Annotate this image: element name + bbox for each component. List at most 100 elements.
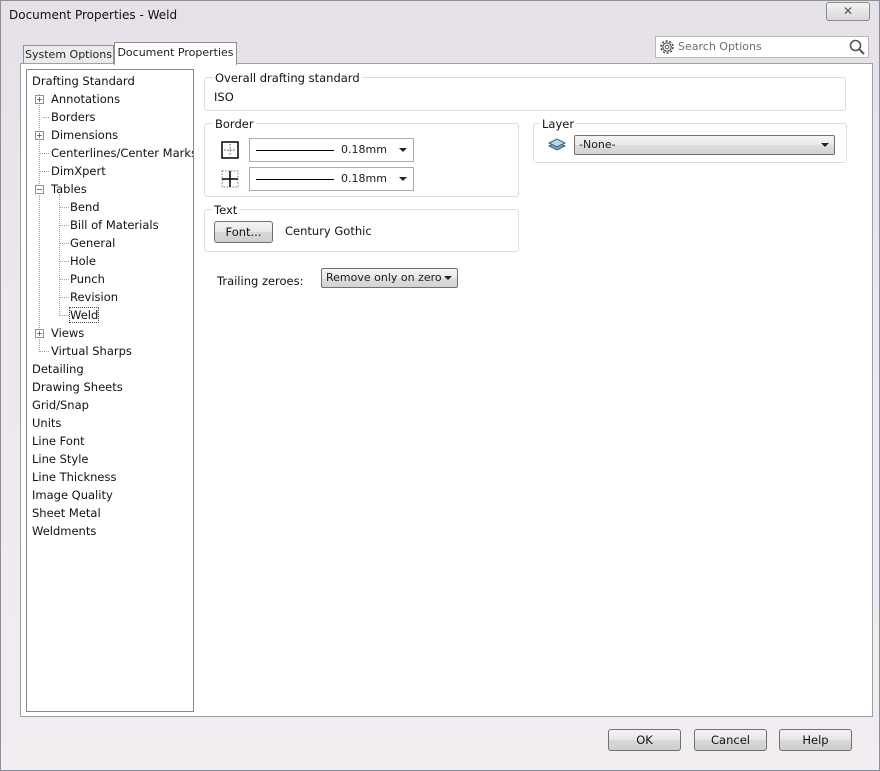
- tree-item-label: Punch: [70, 272, 105, 286]
- tree-item-detailing[interactable]: Detailing: [32, 360, 84, 378]
- tree-connector: [39, 153, 49, 154]
- tree-item-dimensions[interactable]: Dimensions: [51, 126, 118, 144]
- tree-item-units[interactable]: Units: [32, 414, 61, 432]
- tree-connector: [59, 225, 69, 226]
- tree-item-label: Bill of Materials: [70, 218, 159, 232]
- tree-item-label: Dimensions: [51, 128, 119, 142]
- tree-item-drawing-sheets[interactable]: Drawing Sheets: [32, 378, 123, 396]
- tree-item-label: Annotations: [51, 92, 121, 106]
- tab-system-options-label: System Options: [25, 48, 112, 61]
- expand-annotations-icon[interactable]: +: [35, 95, 44, 104]
- tree-item-dimxpert[interactable]: DimXpert: [51, 162, 106, 180]
- tree-connector: [39, 171, 49, 172]
- tree-item-punch[interactable]: Punch: [70, 270, 105, 288]
- tree-item-line-font[interactable]: Line Font: [32, 432, 85, 450]
- tab-document-properties-label: Document Properties: [117, 46, 234, 59]
- tree-item-label: Hole: [70, 254, 96, 268]
- tab-document-properties[interactable]: Document Properties: [114, 42, 237, 65]
- tree-item-bill-of-materials[interactable]: Bill of Materials: [70, 216, 159, 234]
- cancel-button[interactable]: Cancel: [694, 729, 767, 751]
- inner-border-icon: [221, 170, 239, 188]
- layer-group-title: Layer: [540, 117, 577, 131]
- tree-connector: [59, 261, 69, 262]
- search-options-box[interactable]: Search Options: [655, 36, 869, 58]
- font-button-label: Font...: [225, 225, 262, 239]
- tree-item-label: Virtual Sharps: [51, 344, 132, 358]
- tree-item-hole[interactable]: Hole: [70, 252, 96, 270]
- help-button[interactable]: Help: [779, 729, 852, 751]
- tree-item-label: General: [70, 236, 116, 250]
- close-icon: ✕: [842, 4, 854, 18]
- tree-item-sheet-metal[interactable]: Sheet Metal: [32, 504, 101, 522]
- tree-item-label: Detailing: [32, 362, 84, 376]
- tree-item-label: Line Font: [32, 434, 85, 448]
- help-button-label: Help: [802, 733, 829, 747]
- cancel-button-label: Cancel: [711, 733, 750, 747]
- ok-button-label: OK: [636, 733, 653, 747]
- tree-connector: [43, 117, 49, 118]
- line-sample: [256, 150, 334, 151]
- collapse-tables-icon[interactable]: −: [35, 185, 44, 194]
- tree-connector: [59, 207, 69, 208]
- gear-icon[interactable]: [658, 38, 676, 56]
- tree-item-virtual-sharps[interactable]: Virtual Sharps: [51, 342, 132, 360]
- drafting-standard-value: ISO: [214, 90, 234, 104]
- layer-dropdown[interactable]: -None-: [574, 135, 835, 155]
- tree-item-bend[interactable]: Bend: [70, 198, 100, 216]
- tree-item-general[interactable]: General: [70, 234, 115, 252]
- outer-border-icon: [221, 141, 239, 159]
- layers-icon: [547, 138, 567, 151]
- expand-views-icon[interactable]: +: [35, 329, 44, 338]
- tree-item-borders[interactable]: Borders: [51, 108, 96, 126]
- tree-item-label: Bend: [70, 200, 100, 214]
- tree-connector: [39, 351, 49, 352]
- tree-item-label: DimXpert: [51, 164, 106, 178]
- tree-item-views[interactable]: Views: [51, 324, 84, 342]
- chevron-down-icon: [399, 148, 407, 152]
- font-name: Century Gothic: [285, 224, 372, 238]
- tree-item-line-style[interactable]: Line Style: [32, 450, 89, 468]
- tree-item-tables[interactable]: Tables: [51, 180, 87, 198]
- text-group-title: Text: [212, 203, 240, 217]
- tree-item-label: Drawing Sheets: [32, 380, 123, 394]
- tree-item-drafting-standard[interactable]: Drafting Standard: [32, 72, 135, 90]
- tree-item-label: Drafting Standard: [32, 74, 135, 88]
- tree-item-label: Weld: [68, 307, 100, 323]
- close-button[interactable]: ✕: [826, 2, 870, 21]
- tab-system-options[interactable]: System Options: [23, 45, 114, 64]
- tree-item-label: Borders: [51, 110, 96, 124]
- font-button[interactable]: Font...: [214, 221, 273, 243]
- tree-item-label: Centerlines/Center Marks: [51, 146, 194, 160]
- tree-item-label: Image Quality: [32, 488, 113, 502]
- tree-item-line-thickness[interactable]: Line Thickness: [32, 468, 116, 486]
- tree-item-label: Views: [51, 326, 85, 340]
- tree-connector: [59, 243, 69, 244]
- dialog-window: Document Properties - Weld ✕ System Opti…: [0, 0, 880, 771]
- chevron-down-icon: [444, 276, 452, 280]
- magnifier-icon[interactable]: [848, 38, 866, 56]
- tree-item-weld[interactable]: Weld: [68, 306, 100, 324]
- tree-item-label: Sheet Metal: [32, 506, 101, 520]
- search-input[interactable]: Search Options: [678, 40, 762, 53]
- options-tree[interactable]: + + − + Drafting Standard Annotations Bo…: [26, 69, 194, 712]
- trailing-zeroes-dropdown[interactable]: Remove only on zero: [321, 268, 458, 288]
- tree-item-label: Line Style: [32, 452, 89, 466]
- tree-item-centerlines[interactable]: Centerlines/Center Marks: [51, 144, 194, 162]
- tree-item-weldments[interactable]: Weldments: [32, 522, 96, 540]
- tree-item-revision[interactable]: Revision: [70, 288, 118, 306]
- inner-border-thickness-dropdown[interactable]: 0.18mm: [249, 167, 414, 191]
- tree-item-image-quality[interactable]: Image Quality: [32, 486, 113, 504]
- ok-button[interactable]: OK: [608, 729, 681, 751]
- inner-border-thickness-value: 0.18mm: [341, 172, 387, 185]
- chevron-down-icon: [399, 177, 407, 181]
- layer-value: -None-: [579, 138, 616, 151]
- tree-item-annotations[interactable]: Annotations: [51, 90, 120, 108]
- trailing-zeroes-value: Remove only on zero: [326, 271, 442, 284]
- tree-connector: [59, 297, 69, 298]
- outer-border-thickness-dropdown[interactable]: 0.18mm: [249, 138, 414, 162]
- tree-connector: [59, 315, 69, 316]
- expand-dimensions-icon[interactable]: +: [35, 131, 44, 140]
- tree-item-label: Units: [32, 416, 62, 430]
- tree-item-grid-snap[interactable]: Grid/Snap: [32, 396, 89, 414]
- title-bar[interactable]: Document Properties - Weld ✕: [1, 1, 879, 31]
